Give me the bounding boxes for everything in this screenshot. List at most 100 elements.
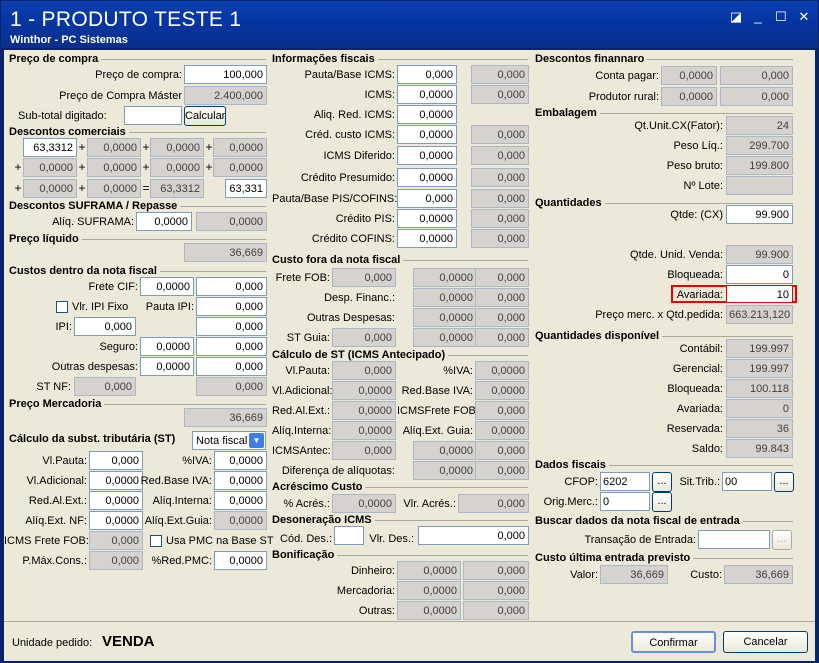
desc-r2-c4[interactable]: 0,0000 [213, 158, 267, 177]
ipi-value[interactable]: 0,000 [196, 317, 267, 336]
ipi-fixo-checkbox[interactable] [56, 301, 68, 313]
ipi-label: IPI: [55, 321, 72, 333]
ipi-fixo-label: Vlr. IPI Fixo [72, 301, 129, 313]
calc-st-select[interactable]: Nota fiscal ▼ [192, 431, 266, 450]
preco-compra-input[interactable]: 100,000 [184, 65, 267, 84]
origmerc-lookup-button[interactable]: ... [652, 492, 672, 512]
avariada-input[interactable]: 10 [726, 285, 793, 303]
ant-vladic-label: Vl.Adicional: [272, 385, 333, 397]
vlr-des-input[interactable]: 0,000 [418, 526, 529, 545]
info-fiscal-value: 0,000 [471, 168, 529, 187]
peso-bruto-value: 199.800 [726, 156, 793, 175]
st-vladic-input[interactable]: 0,0000 [89, 471, 143, 490]
st-iva-input[interactable]: 0,0000 [214, 451, 267, 470]
custo-custo-label: Custo: [690, 569, 722, 581]
ant-aliqextguia: 0,0000 [475, 421, 529, 440]
qtunit-label: Qt.Unit.CX(Fator): [634, 120, 723, 132]
contabil-label: Contábil: [679, 343, 723, 355]
desc-r2-c3[interactable]: 0,0000 [150, 158, 204, 177]
desc-r3-c1[interactable]: 0,0000 [23, 179, 77, 198]
info-fiscal-input[interactable]: 0,000 [397, 189, 457, 208]
preco-liquido-value: 36,669 [184, 243, 267, 262]
desp-financ-v2: 0,000 [475, 288, 529, 307]
cfop-label: CFOP: [564, 476, 598, 488]
sittrib-lookup-button[interactable]: ... [774, 472, 794, 492]
st-aliqint-label: Alíq.Interna: [152, 495, 212, 507]
cod-des-input[interactable] [334, 526, 364, 545]
info-fiscal-input[interactable]: 0,000 [397, 65, 457, 84]
pauta-ipi-input[interactable]: 0,000 [196, 297, 267, 316]
preco-compra-label: Preço de compra: [95, 69, 182, 81]
info-fiscal-label: Aliq. Red. ICMS: [313, 109, 395, 121]
st-vlpauta-input[interactable]: 0,000 [89, 451, 143, 470]
desc-r1-c1[interactable]: 63,3312 [23, 138, 77, 157]
transacao-input[interactable] [698, 530, 770, 549]
desc-r3-c2[interactable]: 0,0000 [87, 179, 141, 198]
desc-r3-total[interactable]: 63,331 [225, 179, 267, 198]
section-desc-financeiro: Descontos finannaro [535, 53, 648, 65]
bonif-outras-v2: 0,000 [463, 601, 529, 620]
desc-r2-c1[interactable]: 0,0000 [23, 158, 77, 177]
info-fiscal-label: ICMS Diferido: [323, 150, 395, 162]
desc-r1-c3[interactable]: 0,0000 [150, 138, 204, 157]
st-redalext-input[interactable]: 0,0000 [89, 491, 143, 510]
info-fiscal-input[interactable]: 0,0000 [397, 168, 457, 187]
resize-icon[interactable]: ◪ [729, 10, 743, 24]
section-preco-liquido: Preço líquido [9, 233, 82, 245]
info-fiscal-label: Créd. custo ICMS: [305, 129, 395, 141]
cancelar-button[interactable]: Cancelar [723, 631, 808, 653]
confirmar-button[interactable]: Confirmar [631, 631, 716, 653]
st-aliqint-input[interactable]: 0,0000 [214, 491, 267, 510]
outras-despesas-value[interactable]: 0,000 [196, 357, 267, 376]
qtunit-value: 24 [726, 116, 793, 135]
transacao-lookup-button[interactable]: ... [772, 530, 792, 550]
desc-r1-c4[interactable]: 0,0000 [213, 138, 267, 157]
info-fiscal-input[interactable]: 0,0000 [397, 229, 457, 248]
info-fiscal-input[interactable]: 0,0000 [397, 105, 457, 124]
sittrib-input[interactable]: 00 [722, 472, 772, 491]
st-redbase-input[interactable]: 0,0000 [214, 471, 267, 490]
subtotal-input[interactable] [124, 106, 182, 125]
ant-vladic: 0,0000 [332, 381, 396, 400]
section-descontos-comerciais: Descontos comerciais [9, 126, 129, 138]
desc-r1-c2[interactable]: 0,0000 [87, 138, 141, 157]
seguro-value[interactable]: 0,000 [196, 337, 267, 356]
stnf-label: ST NF: [36, 381, 71, 393]
ant-vlpauta-label: Vl.Pauta: [285, 365, 330, 377]
chevron-down-icon[interactable]: ▼ [249, 433, 264, 448]
qtde-unid-label: Qtde. Unid. Venda: [630, 249, 723, 261]
origmerc-input[interactable]: 0 [600, 492, 650, 511]
ipi-input[interactable]: 0,000 [74, 317, 136, 336]
info-fiscal-input[interactable]: 0,0000 [397, 146, 457, 165]
frete-cif-input[interactable]: 0,0000 [140, 277, 194, 296]
info-fiscal-value: 0,000 [471, 85, 529, 104]
qtde-cx-input[interactable]: 99.900 [726, 205, 793, 224]
seguro-input[interactable]: 0,0000 [140, 337, 194, 356]
section-suframa: Descontos SUFRAMA / Repasse [9, 200, 181, 212]
st-guia-label: ST Guia: [286, 332, 330, 344]
info-fiscal-input[interactable]: 0,0000 [397, 125, 457, 144]
close-icon[interactable]: ✕ [797, 10, 811, 24]
produtor-rural-v2: 0,000 [720, 87, 793, 106]
outras-desp-fora-v2: 0,000 [475, 308, 529, 327]
cfop-input[interactable]: 6202 [600, 472, 650, 491]
aliq-suframa-input[interactable]: 0,0000 [136, 212, 192, 231]
cfop-lookup-button[interactable]: ... [652, 472, 672, 492]
st-aliqextnf-input[interactable]: 0,0000 [89, 511, 143, 530]
info-fiscal-input[interactable]: 0,0000 [397, 209, 457, 228]
st-redpmc-input[interactable]: 0,0000 [214, 551, 267, 570]
desc-r2-c2[interactable]: 0,0000 [87, 158, 141, 177]
lote-value [726, 176, 793, 195]
calcular-button[interactable]: Calcular [184, 106, 226, 126]
reservada-label: Reservada: [666, 423, 723, 435]
info-fiscal-input[interactable]: 0,0000 [397, 85, 457, 104]
bloqueada-input[interactable]: 0 [726, 265, 793, 284]
minimize-icon[interactable]: _ [751, 10, 765, 24]
usa-pmc-checkbox[interactable] [150, 535, 162, 547]
maximize-icon[interactable]: ☐ [774, 10, 788, 24]
frete-cif-value[interactable]: 0,000 [196, 277, 267, 296]
disp-avariada-value: 0 [726, 399, 793, 418]
st-redbase-label: Red.Base IVA: [140, 475, 212, 487]
info-fiscal-label: Pauta/Base ICMS: [304, 69, 396, 81]
outras-despesas-input[interactable]: 0,0000 [140, 357, 194, 376]
